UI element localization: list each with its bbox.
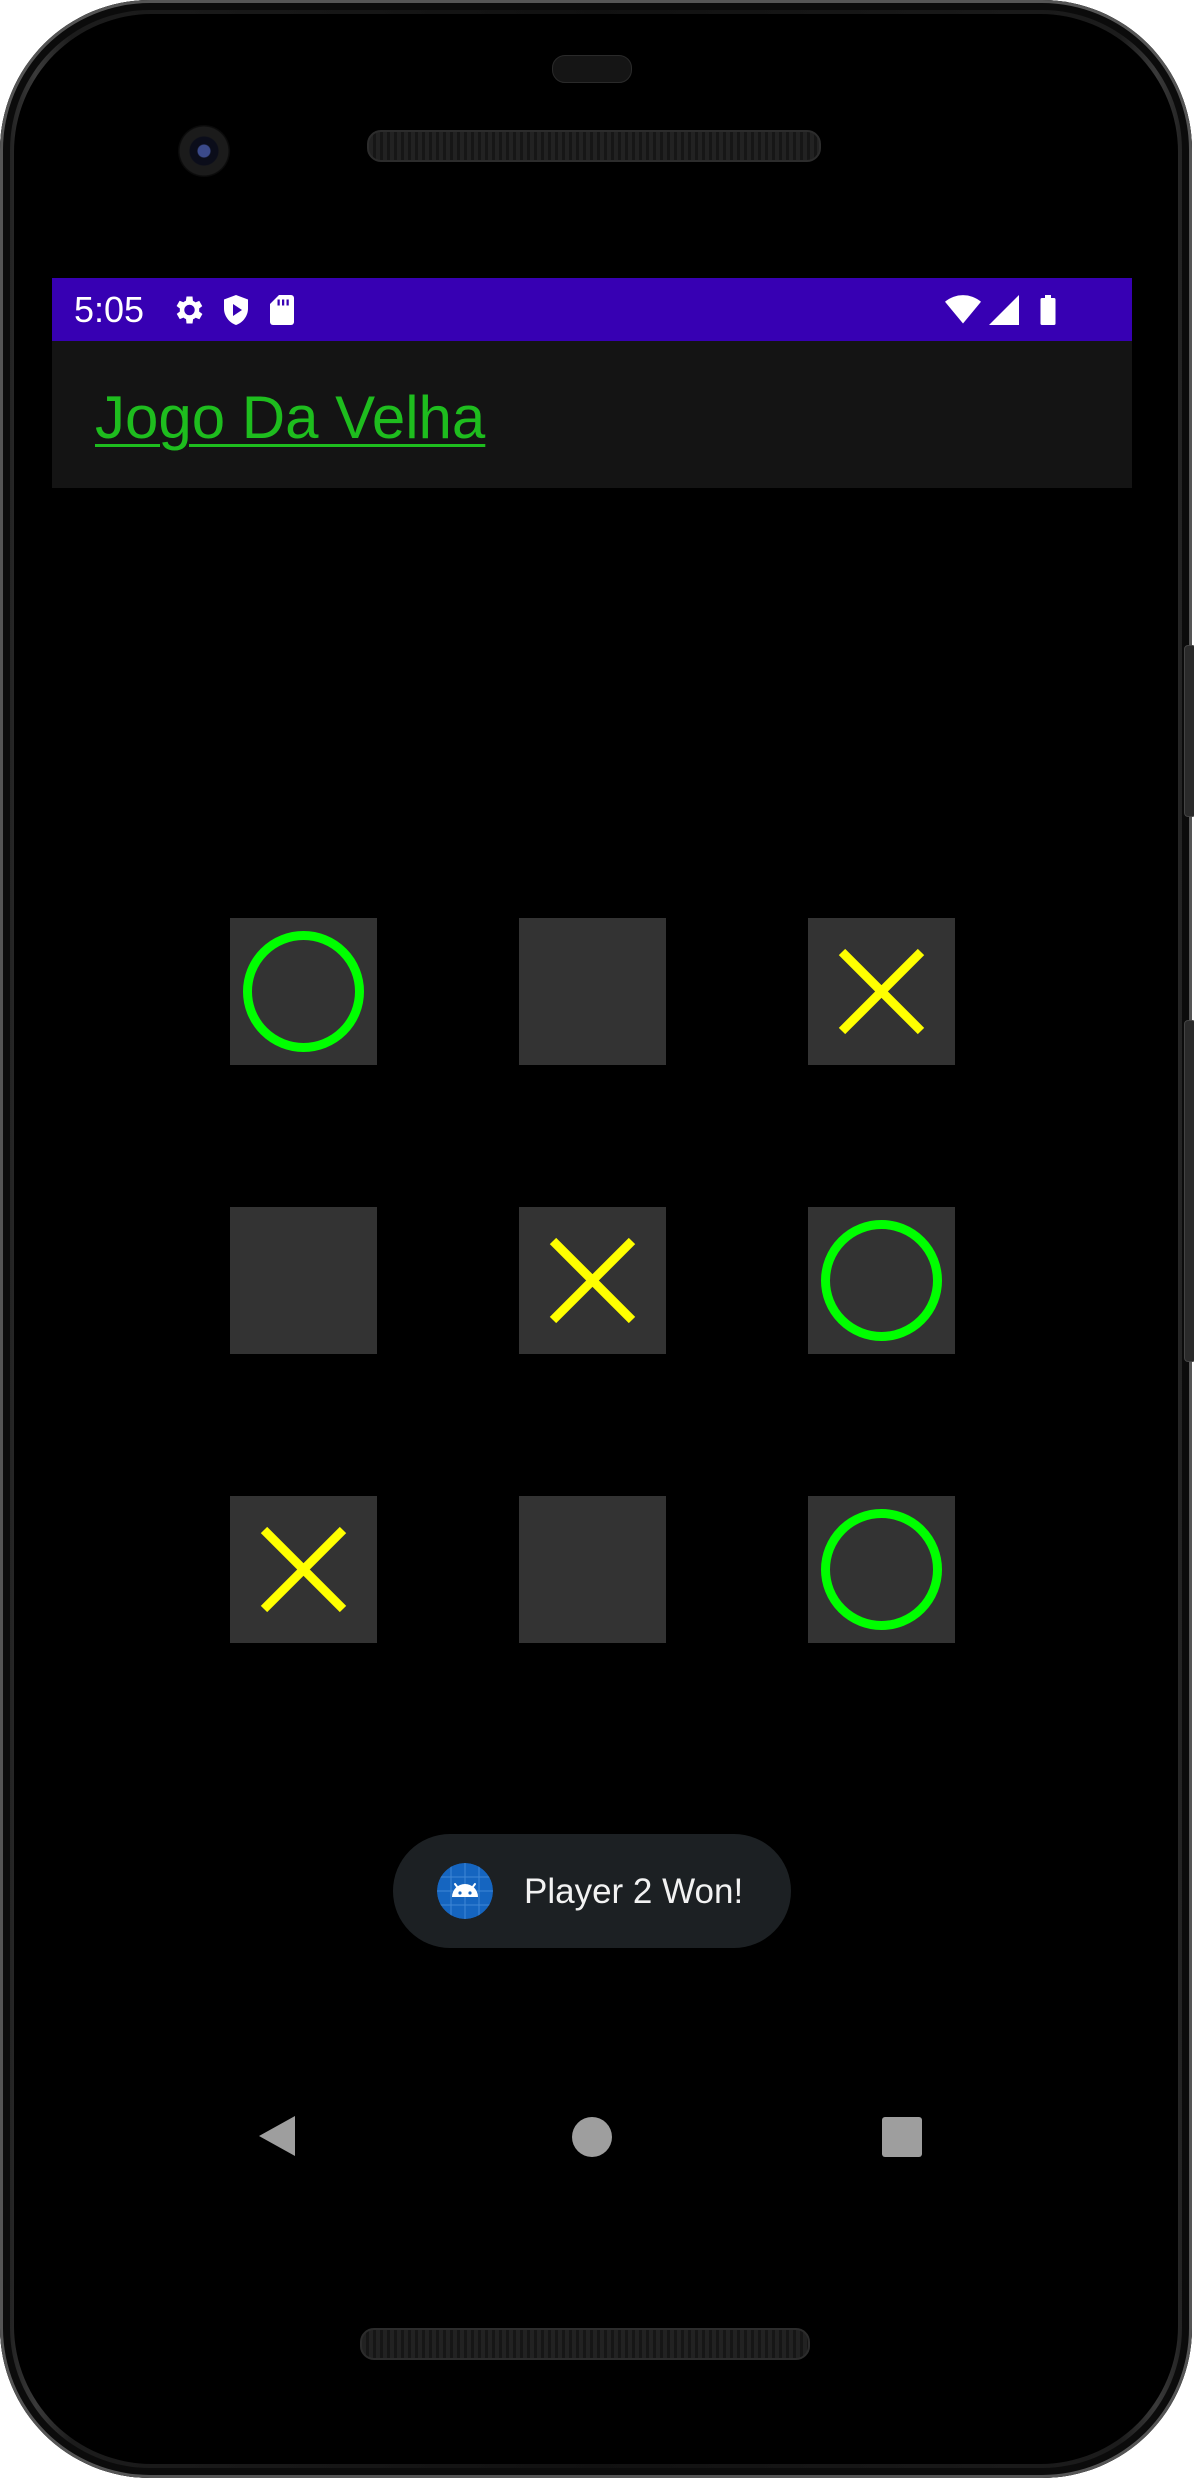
board-cell-r2c2[interactable] [519,1207,666,1354]
board-cell-r2c3[interactable] [808,1207,955,1354]
board-cell-r1c2[interactable] [519,918,666,1065]
power-button [1184,645,1194,817]
volume-button [1184,1020,1194,1362]
board-cell-r3c1[interactable] [230,1496,377,1643]
board-cell-r1c1[interactable] [230,918,377,1065]
toast: Player 2 Won! [393,1834,791,1948]
status-bar: 5:05 [52,278,1132,341]
back-icon[interactable] [257,2114,297,2158]
phone-frame: 5:05 Jogo Da Velha Player 2 Won! [0,0,1194,2478]
x-mark-icon [549,1237,636,1324]
app-title: Jogo Da Velha [95,384,486,451]
app-bar: Jogo Da Velha [52,341,1132,488]
x-mark-icon [838,948,925,1035]
board-cell-r3c3[interactable] [808,1496,955,1643]
o-mark-icon [821,1220,942,1341]
toast-message: Player 2 Won! [524,1872,744,1911]
status-time: 5:05 [74,289,145,330]
o-mark-icon [243,931,364,1052]
recents-icon[interactable] [882,2117,922,2157]
bottom-speaker [360,2328,810,2360]
wifi-icon [942,292,984,328]
o-mark-icon [821,1509,942,1630]
home-icon[interactable] [571,2116,613,2158]
gear-icon [170,292,206,328]
x-mark-icon [260,1526,347,1613]
front-camera [178,125,230,177]
board-cell-r3c2[interactable] [519,1496,666,1643]
screen: 5:05 Jogo Da Velha Player 2 Won! [52,278,1132,2198]
earpiece [552,55,632,83]
sd-card-icon [264,292,300,328]
cell-signal-icon [986,292,1022,328]
android-icon [437,1863,493,1919]
shield-play-icon [218,292,254,328]
board-cell-r1c3[interactable] [808,918,955,1065]
top-speaker [367,130,821,162]
board-cell-r2c1[interactable] [230,1207,377,1354]
battery-icon [1030,292,1066,328]
